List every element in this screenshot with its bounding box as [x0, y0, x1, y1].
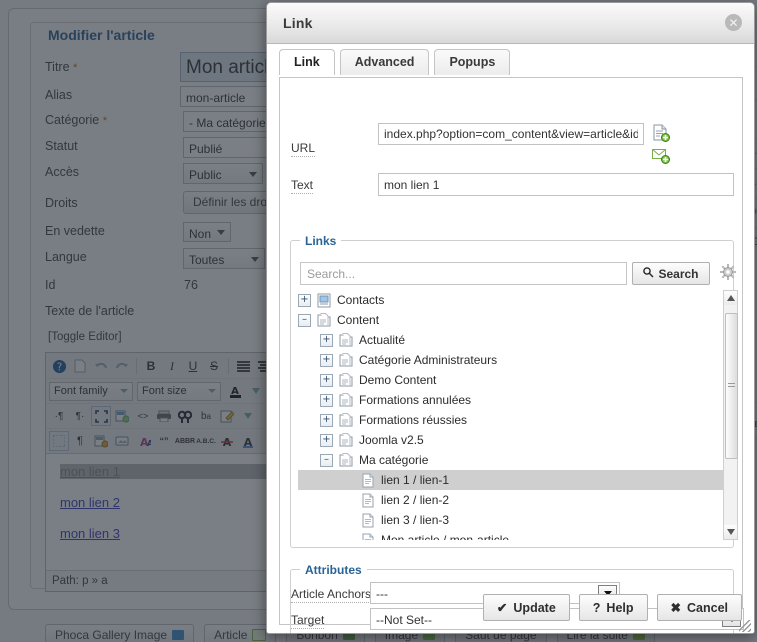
close-icon[interactable]: ✕ [725, 14, 742, 31]
dialog-title: Link [283, 15, 313, 31]
update-button-label: Update [513, 600, 556, 615]
x-icon: ✖ [670, 601, 681, 615]
scrollbar-thumb[interactable] [725, 313, 738, 459]
tree-node[interactable]: + Formations annulées [298, 390, 726, 410]
label-target: Target [291, 613, 325, 629]
update-button[interactable]: ✔ Update [482, 594, 570, 621]
tab-advanced[interactable]: Advanced [339, 49, 430, 75]
help-button[interactable]: ? Help [578, 594, 648, 621]
tree-node-label: Content [337, 313, 380, 327]
mail-add-icon[interactable] [652, 148, 670, 166]
expand-icon[interactable]: + [320, 333, 333, 347]
folder-doc-icon [339, 372, 353, 388]
tree-node[interactable]: + Catégorie Administrateurs [298, 350, 726, 370]
tree-node[interactable]: + Actualité [298, 330, 726, 350]
chevron-up-icon[interactable] [724, 291, 737, 305]
screen: Modifier l'article Titre * Alias Catégor… [0, 0, 757, 642]
tree-node-label: Demo Content [359, 373, 437, 387]
url-input[interactable] [378, 123, 644, 145]
tree-node[interactable]: + Joomla v2.5 [298, 430, 726, 450]
tree-node[interactable]: Mon article / mon-article [298, 530, 726, 540]
page-icon [361, 473, 375, 488]
document-add-icon[interactable] [652, 124, 670, 142]
contacts-icon [317, 293, 331, 308]
tab-panel-link: URL index.php?option=com_content&view=ar… [279, 77, 744, 633]
scrollbar-grip [728, 383, 735, 389]
magnifier-icon [643, 266, 654, 281]
link-dialog: Link ✕ Link Advanced Popups URL index.ph… [266, 2, 755, 634]
expand-icon[interactable]: + [320, 373, 333, 387]
target-value: --Not Set-- [376, 613, 433, 627]
search-button-label: Search [658, 266, 699, 281]
folder-doc-icon [317, 312, 331, 328]
dialog-body: Link Advanced Popups URL index.php?optio… [267, 44, 754, 633]
search-button[interactable]: Search [632, 262, 710, 285]
collapse-icon[interactable]: – [298, 313, 311, 327]
gear-icon[interactable] [720, 264, 736, 280]
tree-node-label: lien 3 / lien-3 [381, 513, 450, 527]
cancel-button-label: Cancel [687, 600, 728, 615]
article-anchors-value: --- [376, 587, 388, 601]
tab-popups[interactable]: Popups [434, 49, 511, 75]
tree-node-label: Mon article / mon-article [381, 533, 510, 540]
dialog-titlebar[interactable]: Link ✕ [267, 3, 754, 44]
label-article-anchors: Article Anchors [291, 587, 372, 603]
tree-node[interactable]: + Formations réussies [298, 410, 726, 430]
attributes-legend: Attributes [300, 563, 367, 577]
tree-node[interactable]: lien 1 / lien-1 [298, 470, 726, 490]
collapse-icon[interactable]: – [320, 453, 333, 467]
dialog-footer: ✔ Update ? Help ✖ Cancel [482, 594, 742, 621]
expand-icon[interactable]: + [298, 293, 311, 307]
search-input[interactable] [300, 262, 627, 285]
tree-node-label: Actualité [359, 333, 406, 347]
folder-doc-icon [339, 412, 353, 428]
tree-node-label: Catégorie Administrateurs [359, 353, 498, 367]
links-legend: Links [300, 234, 342, 248]
check-icon: ✔ [496, 601, 508, 615]
tree-node[interactable]: lien 3 / lien-3 [298, 510, 726, 530]
tab-link[interactable]: Link [279, 49, 335, 76]
folder-doc-icon [339, 352, 353, 368]
page-icon [361, 493, 375, 508]
expand-icon[interactable]: + [320, 413, 333, 427]
tree-node[interactable]: + Contacts [298, 290, 726, 310]
tree-node[interactable]: – Content [298, 310, 726, 330]
text-input[interactable] [378, 173, 734, 196]
tree-node-label: Formations annulées [359, 393, 472, 407]
links-tree: + Contacts – Content + Actualité + Catégorie Ad… [298, 290, 726, 540]
tree-node-label: lien 2 / lien-2 [381, 493, 450, 507]
expand-icon[interactable]: + [320, 433, 333, 447]
folder-doc-icon [339, 332, 353, 348]
tree-node-label: Formations réussies [359, 413, 468, 427]
tree-node-label: Ma catégorie [359, 453, 429, 467]
tree-node[interactable]: lien 2 / lien-2 [298, 490, 726, 510]
cancel-button[interactable]: ✖ Cancel [656, 594, 742, 621]
question-icon: ? [592, 600, 601, 615]
label-url: URL [291, 141, 316, 157]
dialog-tabs: Link Advanced Popups [279, 49, 511, 76]
folder-doc-icon [339, 392, 353, 408]
resize-handle[interactable] [739, 620, 751, 632]
tree-scrollbar[interactable] [723, 290, 738, 540]
label-text: Text [291, 178, 314, 194]
tree-node[interactable]: + Demo Content [298, 370, 726, 390]
page-icon [361, 533, 375, 540]
folder-doc-icon [339, 452, 353, 468]
folder-doc-icon [339, 432, 353, 448]
expand-icon[interactable]: + [320, 353, 333, 367]
chevron-down-icon[interactable] [724, 525, 737, 539]
tree-node-label: Joomla v2.5 [359, 433, 424, 447]
tree-node-label: Contacts [337, 293, 385, 307]
tree-node[interactable]: – Ma catégorie [298, 450, 726, 470]
expand-icon[interactable]: + [320, 393, 333, 407]
page-icon [361, 513, 375, 528]
tree-node-label: lien 1 / lien-1 [381, 473, 450, 487]
help-button-label: Help [606, 600, 634, 615]
